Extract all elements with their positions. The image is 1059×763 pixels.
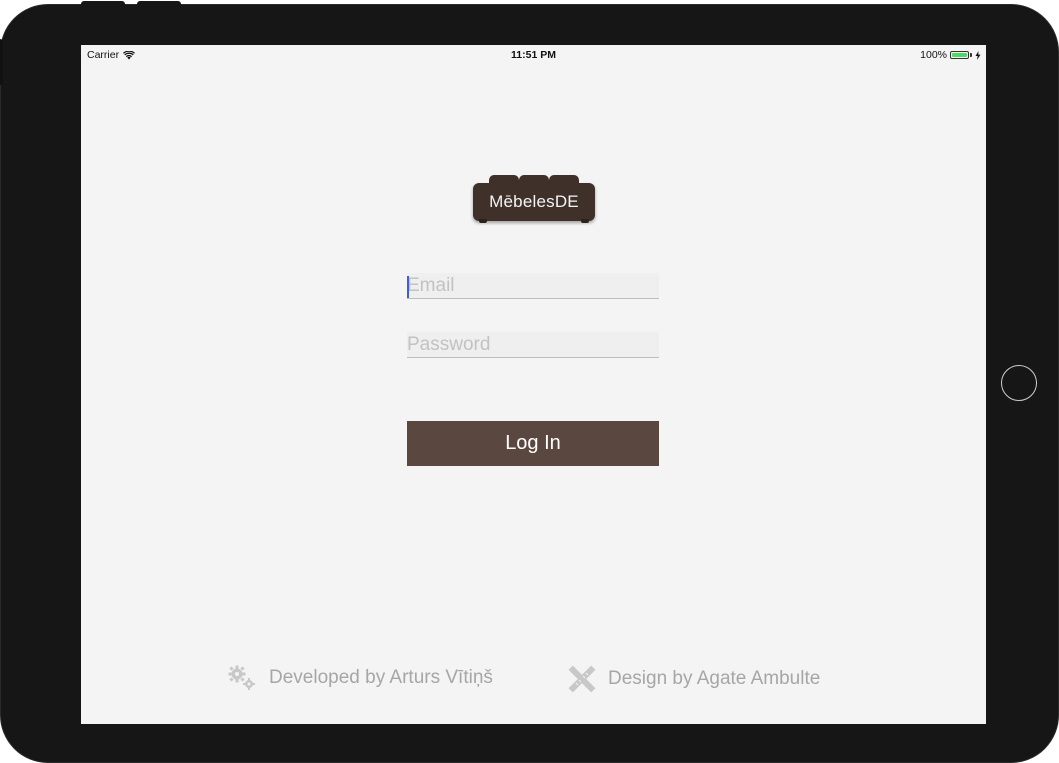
login-button[interactable]: Log In: [407, 421, 659, 466]
ipad-frame: Carrier 11:51 PM 100% MēbelesDE Email Lo…: [0, 1, 1059, 763]
battery-percentage: 100%: [920, 49, 947, 61]
status-bar: Carrier 11:51 PM 100%: [81, 45, 986, 65]
text-cursor: [407, 276, 409, 298]
battery-cap: [970, 53, 972, 57]
home-button[interactable]: [1001, 365, 1037, 401]
design-credit: Design by Agate Ambulte: [568, 665, 820, 693]
logo-text: MēbelesDE: [489, 192, 579, 211]
device-top-button: [137, 1, 181, 11]
status-right: 100%: [920, 49, 981, 61]
developer-credit: Developed by Arturs Vītiņš: [227, 665, 493, 691]
email-field[interactable]: [407, 273, 659, 299]
pencil-ruler-icon: [568, 665, 596, 693]
sofa-logo: MēbelesDE: [473, 183, 595, 221]
developer-credit-text: Developed by Arturs Vītiņš: [269, 667, 493, 688]
device-side-button: [0, 39, 3, 85]
password-field[interactable]: [407, 332, 659, 358]
sofa-leg: [581, 219, 589, 223]
charging-bolt-icon: [975, 50, 981, 60]
device-top-button: [81, 1, 125, 11]
app-screen: Carrier 11:51 PM 100% MēbelesDE Email Lo…: [81, 45, 986, 724]
design-credit-text: Design by Agate Ambulte: [608, 668, 821, 689]
status-time: 11:51 PM: [511, 49, 556, 61]
battery-icon: [950, 51, 969, 59]
gears-icon: [228, 665, 255, 690]
sofa-leg: [479, 219, 487, 223]
app-logo: MēbelesDE: [473, 175, 595, 223]
